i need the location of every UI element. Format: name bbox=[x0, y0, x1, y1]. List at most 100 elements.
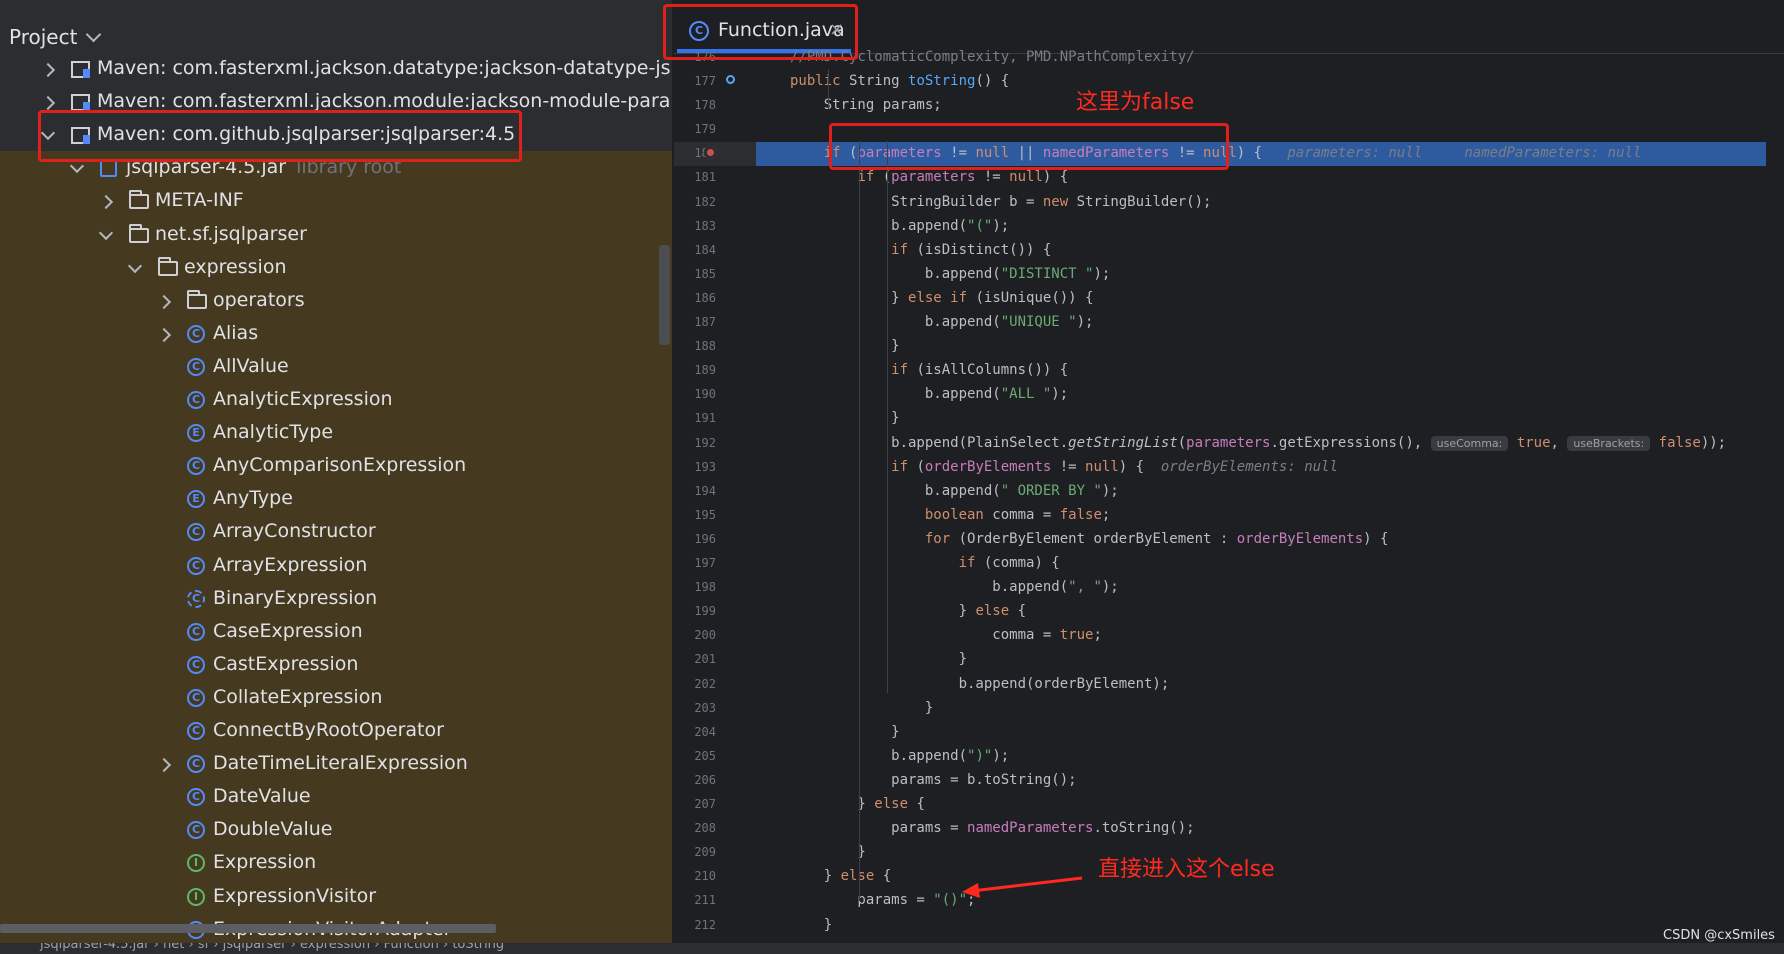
chevron-right-icon[interactable] bbox=[156, 294, 172, 309]
status-breadcrumb[interactable]: jsqlparser-4.5.jar › net › sf › jsqlpars… bbox=[40, 943, 504, 952]
line-number: 206 bbox=[694, 772, 716, 787]
tree-item-label: net.sf.jsqlparser bbox=[155, 222, 307, 245]
tree-item[interactable]: C ConnectByRootOperator bbox=[0, 717, 672, 750]
line-number: 183 bbox=[694, 218, 716, 233]
tree-item[interactable]: C CollateExpression bbox=[0, 684, 672, 717]
code-line[interactable]: params = b.toString(); bbox=[790, 768, 1076, 792]
line-number: 209 bbox=[694, 845, 716, 860]
tree-item-label: AllValue bbox=[213, 354, 289, 377]
tree-item-label: BinaryExpression bbox=[213, 586, 378, 609]
line-number: 189 bbox=[694, 363, 716, 378]
code-line[interactable]: params = namedParameters.toString(); bbox=[790, 816, 1194, 840]
code-line[interactable]: b.append(" ORDER BY "); bbox=[790, 479, 1119, 503]
tree-item[interactable]: C AllValue bbox=[0, 353, 672, 386]
chevron-right-icon[interactable] bbox=[40, 96, 56, 111]
tree-item[interactable]: operators bbox=[0, 287, 672, 320]
tree-item[interactable]: C DateTimeLiteralExpression bbox=[0, 750, 672, 783]
tree-item[interactable]: expression bbox=[0, 254, 672, 287]
tree-item[interactable]: C Alias bbox=[0, 320, 672, 353]
tree-item[interactable]: C BinaryExpression bbox=[0, 585, 672, 618]
interface-icon: I bbox=[187, 887, 205, 906]
line-number: 182 bbox=[694, 194, 716, 209]
code-line[interactable]: } else { bbox=[790, 864, 891, 888]
class-icon: C bbox=[187, 324, 205, 343]
line-number: 188 bbox=[694, 339, 716, 354]
folder-icon bbox=[158, 256, 178, 276]
chevron-right-icon[interactable] bbox=[156, 327, 172, 342]
tree-item[interactable]: META-INF bbox=[0, 187, 672, 220]
code-line[interactable]: b.append(", "); bbox=[790, 575, 1118, 599]
line-number: 181 bbox=[694, 170, 716, 185]
project-title[interactable]: Project bbox=[9, 25, 77, 49]
code-line[interactable]: public String toString() { bbox=[790, 69, 1009, 93]
code-line[interactable]: b.append(PlainSelect.getStringList(param… bbox=[790, 431, 1726, 455]
line-number: 203 bbox=[694, 700, 716, 715]
tree-item-label: ConnectByRootOperator bbox=[213, 719, 444, 741]
code-line[interactable]: } bbox=[790, 696, 933, 720]
code-line[interactable]: } bbox=[790, 720, 899, 744]
code-line[interactable]: StringBuilder b = new StringBuilder(); bbox=[790, 190, 1211, 214]
code-line[interactable]: } else if (isUnique()) { bbox=[790, 286, 1093, 310]
code-line[interactable]: if (orderByElements != null) { orderByEl… bbox=[790, 455, 1338, 479]
code-line[interactable]: } else { bbox=[790, 792, 924, 816]
code-area[interactable]: //PMD.CyclomaticComplexity, PMD.NPathCom… bbox=[756, 49, 1766, 943]
code-line[interactable]: b.append("DISTINCT "); bbox=[790, 262, 1110, 286]
tree-item[interactable]: I Expression bbox=[0, 849, 672, 882]
tree-item[interactable]: C CaseExpression bbox=[0, 618, 672, 651]
code-line[interactable]: } bbox=[790, 840, 865, 864]
chevron-down-icon[interactable] bbox=[85, 26, 102, 43]
tree-item-label: AnalyticType bbox=[213, 421, 334, 444]
code-line[interactable]: } bbox=[790, 647, 967, 671]
tree-item[interactable]: E AnalyticType bbox=[0, 419, 672, 452]
line-number: 199 bbox=[694, 604, 716, 619]
chevron-right-icon[interactable] bbox=[156, 758, 172, 773]
tree-item[interactable]: C CastExpression bbox=[0, 651, 672, 684]
code-line[interactable]: params = "()"; bbox=[790, 888, 975, 912]
tree-item[interactable]: E AnyType bbox=[0, 485, 672, 518]
line-number: 205 bbox=[694, 748, 716, 763]
tree-item[interactable]: C DateValue bbox=[0, 783, 672, 816]
code-line[interactable]: boolean comma = false; bbox=[790, 503, 1110, 527]
tree-item[interactable]: C DoubleValue bbox=[0, 816, 672, 849]
code-line[interactable]: b.append(")"); bbox=[790, 744, 1009, 768]
code-line[interactable]: } bbox=[790, 406, 899, 430]
line-number: 178 bbox=[694, 98, 716, 113]
code-line[interactable]: } bbox=[790, 913, 832, 937]
code-line[interactable]: for (OrderByElement orderByElement : ord… bbox=[790, 527, 1389, 551]
code-line[interactable]: } else { bbox=[790, 599, 1026, 623]
chevron-down-icon[interactable] bbox=[127, 258, 143, 273]
folder-icon bbox=[129, 190, 149, 210]
class-icon: C bbox=[187, 622, 205, 641]
override-icon[interactable] bbox=[726, 75, 735, 84]
line-number: 201 bbox=[694, 652, 716, 667]
class-icon: C bbox=[187, 357, 205, 376]
tree-item[interactable]: I ExpressionVisitor bbox=[0, 883, 672, 916]
chevron-down-icon[interactable] bbox=[98, 225, 114, 240]
code-line[interactable]: } bbox=[790, 334, 899, 358]
code-line[interactable]: if (isAllColumns()) { bbox=[790, 358, 1068, 382]
tree-item[interactable]: C AnyComparisonExpression bbox=[0, 452, 672, 485]
chevron-right-icon[interactable] bbox=[40, 62, 56, 78]
code-line[interactable]: if (isDistinct()) { bbox=[790, 238, 1051, 262]
code-line[interactable]: if (comma) { bbox=[790, 551, 1060, 575]
tree-item[interactable]: C ArrayConstructor bbox=[0, 518, 672, 551]
code-line[interactable]: comma = true; bbox=[790, 623, 1102, 647]
tree-item[interactable]: Maven: com.fasterxml.jackson.datatype:ja… bbox=[0, 55, 672, 88]
tree-item-label: Maven: com.fasterxml.jackson.datatype:ja… bbox=[97, 57, 672, 79]
tree-item[interactable]: C ArrayExpression bbox=[0, 552, 672, 585]
chevron-right-icon[interactable] bbox=[98, 195, 114, 210]
tree-item[interactable]: C AnalyticExpression bbox=[0, 386, 672, 419]
code-line[interactable]: b.append("("); bbox=[790, 214, 1009, 238]
code-line[interactable]: b.append("ALL "); bbox=[790, 382, 1068, 406]
tree-item[interactable]: net.sf.jsqlparser bbox=[0, 221, 672, 254]
project-scrollbar[interactable] bbox=[659, 245, 670, 345]
tree-item-label: DateValue bbox=[213, 785, 311, 808]
tree-item-label: META-INF bbox=[155, 189, 244, 212]
code-line[interactable]: b.append("UNIQUE "); bbox=[790, 310, 1094, 334]
line-gutter[interactable]: 1761771781791801811821831841851861871881… bbox=[674, 50, 756, 943]
code-line[interactable]: String params; bbox=[790, 93, 942, 117]
line-number: 211 bbox=[694, 893, 716, 908]
project-header[interactable]: Project bbox=[0, 7, 672, 55]
code-line[interactable]: b.append(orderByElement); bbox=[790, 672, 1170, 696]
project-horizontal-scrollbar[interactable] bbox=[0, 924, 496, 933]
